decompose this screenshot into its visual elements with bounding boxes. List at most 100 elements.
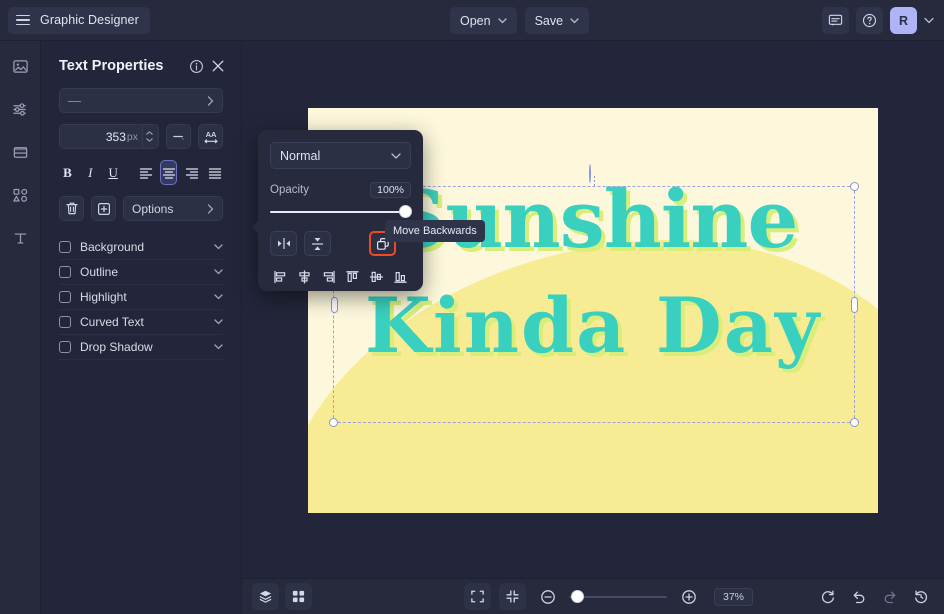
redo-button[interactable] xyxy=(876,583,903,610)
opacity-slider[interactable] xyxy=(270,205,411,219)
opacity-label: Opacity xyxy=(270,184,370,196)
duplicate-icon xyxy=(97,202,111,216)
reset-button[interactable] xyxy=(814,583,841,610)
checkbox[interactable] xyxy=(59,316,71,328)
zoom-out-button[interactable] xyxy=(534,583,561,610)
zoom-slider-knob[interactable] xyxy=(571,590,584,603)
fit-screen-button[interactable] xyxy=(464,583,491,610)
rail-item-image[interactable] xyxy=(7,53,34,80)
opacity-slider-knob[interactable] xyxy=(399,205,412,218)
chevron-down-icon[interactable] xyxy=(214,344,223,350)
font-size-stepper[interactable] xyxy=(142,125,155,148)
line-height-button[interactable] xyxy=(166,124,191,149)
opacity-slider-track xyxy=(270,211,411,213)
align-objects-middle-vertical-icon xyxy=(369,270,384,284)
list-item[interactable]: Drop Shadow xyxy=(59,335,223,360)
zoom-slider[interactable] xyxy=(569,590,667,604)
checkbox[interactable] xyxy=(59,241,71,253)
bold-button[interactable]: B xyxy=(59,160,76,185)
flip-vertical-button[interactable] xyxy=(304,231,331,256)
list-item[interactable]: Highlight xyxy=(59,285,223,310)
undo-button[interactable] xyxy=(845,583,872,610)
align-center-icon xyxy=(162,167,176,179)
zoom-level-value[interactable]: 37% xyxy=(714,588,753,606)
rail-item-text[interactable] xyxy=(7,225,34,252)
font-size-unit: px xyxy=(127,131,138,143)
chevron-down-icon[interactable] xyxy=(924,17,934,24)
chevron-down-icon[interactable] xyxy=(214,244,223,250)
list-item[interactable]: Curved Text xyxy=(59,310,223,335)
help-button[interactable] xyxy=(856,7,883,34)
chevron-down-icon[interactable] xyxy=(214,294,223,300)
comment-icon xyxy=(828,13,843,28)
history-actions xyxy=(814,583,934,610)
undo-icon xyxy=(851,589,867,605)
align-justify-button[interactable] xyxy=(206,160,223,185)
shrink-button[interactable] xyxy=(499,583,526,610)
opacity-value[interactable]: 100% xyxy=(370,182,411,198)
history-button[interactable] xyxy=(907,583,934,610)
avatar[interactable]: R xyxy=(890,7,917,34)
align-objects-center-horizontal-button[interactable] xyxy=(294,267,314,287)
align-left-button[interactable] xyxy=(138,160,155,185)
history-icon xyxy=(913,589,929,605)
grid-button[interactable] xyxy=(285,583,312,610)
chevron-down-icon xyxy=(498,18,507,24)
flip-horizontal-button[interactable] xyxy=(270,231,297,256)
align-center-button[interactable] xyxy=(160,160,177,185)
options-label: Options xyxy=(132,202,207,216)
align-right-button[interactable] xyxy=(183,160,200,185)
italic-button[interactable]: I xyxy=(82,160,99,185)
line-height-icon xyxy=(171,129,186,144)
chevron-down-icon[interactable] xyxy=(214,319,223,325)
align-left-icon xyxy=(139,167,153,179)
align-objects-left-icon xyxy=(273,270,288,284)
open-button[interactable]: Open xyxy=(450,7,517,34)
list-item[interactable]: Outline xyxy=(59,260,223,285)
checkbox[interactable] xyxy=(59,341,71,353)
panel-info-button[interactable] xyxy=(185,55,207,77)
list-item[interactable]: Background xyxy=(59,235,223,260)
align-objects-left-button[interactable] xyxy=(270,267,290,287)
delete-button[interactable] xyxy=(59,196,84,221)
effects-list: Background Outline Highlight Curved Text xyxy=(41,235,241,360)
align-objects-middle-vertical-button[interactable] xyxy=(367,267,387,287)
rail-item-layout[interactable] xyxy=(7,139,34,166)
align-objects-top-button[interactable] xyxy=(343,267,363,287)
zoom-in-button[interactable] xyxy=(675,583,702,610)
blend-mode-select[interactable]: Normal xyxy=(270,142,411,169)
underline-button[interactable]: U xyxy=(105,160,122,185)
text-format-row: B I U xyxy=(41,160,241,185)
align-objects-right-button[interactable] xyxy=(318,267,338,287)
chevron-right-icon xyxy=(207,96,214,106)
font-size-input[interactable]: 353 px xyxy=(59,124,159,149)
help-circle-icon xyxy=(862,13,877,28)
options-button[interactable]: Options xyxy=(123,196,223,221)
checkbox[interactable] xyxy=(59,291,71,303)
canvas-area[interactable]: Sunshine Kinda Day xyxy=(242,41,944,578)
rail-item-adjustments[interactable] xyxy=(7,96,34,123)
save-button[interactable]: Save xyxy=(525,7,590,34)
app-root: Graphic Designer Open Save xyxy=(0,0,944,614)
app-menu-button[interactable]: Graphic Designer xyxy=(8,7,150,34)
letter-spacing-button[interactable]: AA xyxy=(198,124,223,149)
chevron-down-icon xyxy=(391,153,401,159)
trash-icon xyxy=(65,201,79,216)
chevron-right-icon xyxy=(207,204,214,214)
align-objects-bottom-button[interactable] xyxy=(391,267,411,287)
layers-button[interactable] xyxy=(252,583,279,610)
rail-item-shapes[interactable] xyxy=(7,182,34,209)
duplicate-button[interactable] xyxy=(91,196,116,221)
comment-button[interactable] xyxy=(822,7,849,34)
tool-rail xyxy=(0,41,41,614)
checkbox[interactable] xyxy=(59,266,71,278)
top-right-actions: R xyxy=(822,7,934,34)
open-label: Open xyxy=(460,14,491,28)
font-size-value: 353 xyxy=(106,130,126,144)
flip-horizontal-icon xyxy=(276,237,292,250)
list-item-label: Background xyxy=(80,240,205,254)
panel-close-button[interactable] xyxy=(207,55,229,77)
font-family-select[interactable]: — xyxy=(59,88,223,113)
chevron-down-icon[interactable] xyxy=(214,269,223,275)
shrink-icon xyxy=(505,589,520,604)
